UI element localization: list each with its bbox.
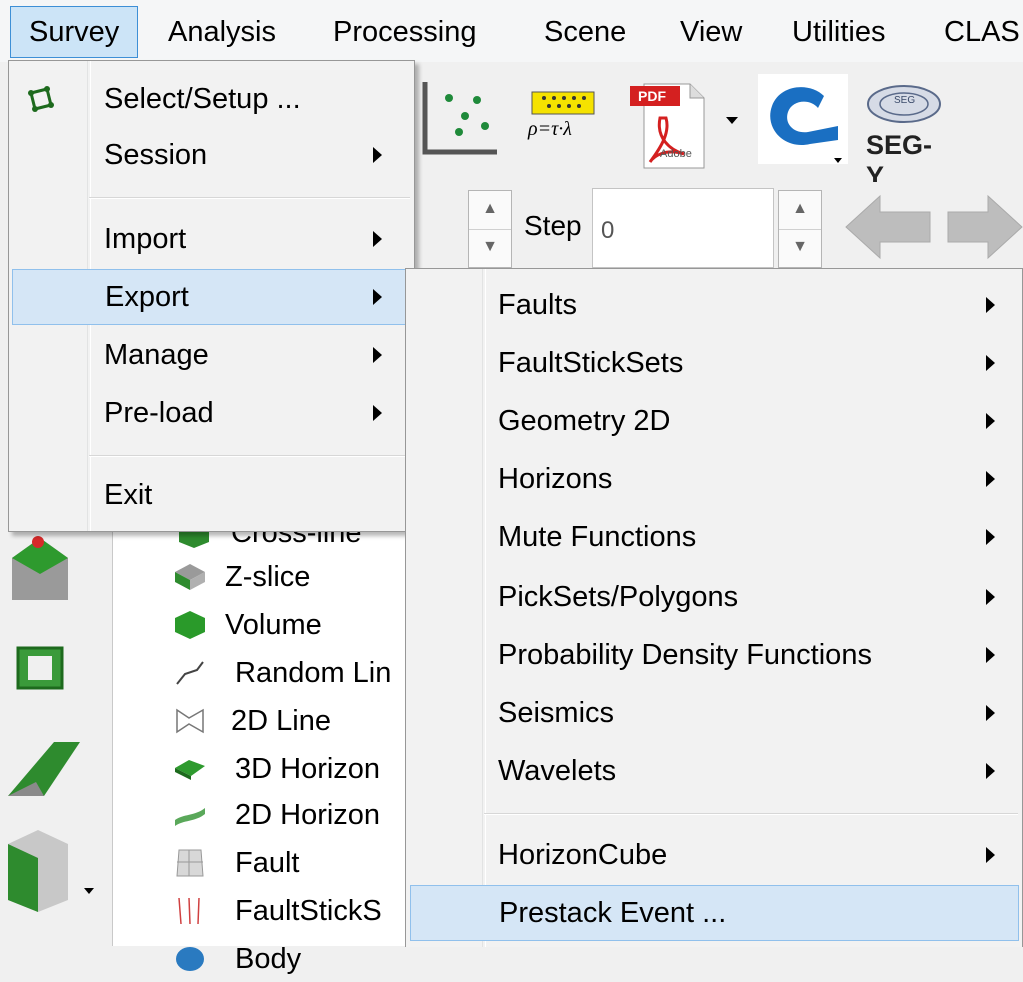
submenu-arrow-icon [373, 289, 382, 305]
menu-view[interactable]: View [680, 6, 742, 58]
cube-icon[interactable] [4, 822, 104, 914]
crossplot-icon[interactable] [415, 76, 505, 166]
menu-item-horizons[interactable]: Horizons [408, 451, 1020, 507]
submenu-arrow-icon [373, 231, 382, 247]
rock-physics-icon[interactable]: ρ=τ·λ [524, 84, 604, 158]
survey-menu: Select/Setup ... Session Import Export M… [8, 60, 415, 532]
menubar: Survey Analysis Processing Scene View Ut… [0, 0, 1023, 63]
menu-item-session[interactable]: Session [11, 127, 412, 183]
submenu-arrow-icon [986, 589, 995, 605]
menu-separator [89, 197, 410, 199]
pdf-dropdown-icon[interactable] [726, 117, 738, 124]
submenu-arrow-icon [986, 413, 995, 429]
submenu-arrow-icon [986, 471, 995, 487]
step-value: 0 [601, 217, 615, 244]
menu-separator [89, 455, 410, 457]
submenu-arrow-icon [986, 297, 995, 313]
submenu-arrow-icon [986, 355, 995, 371]
menu-utilities[interactable]: Utilities [792, 6, 885, 58]
segy-icon[interactable]: SEG SEG-Y [860, 80, 950, 191]
menu-item-picksets-polygons[interactable]: PickSets/Polygons [408, 569, 1020, 625]
spin-down-icon[interactable]: ▼ [469, 229, 511, 267]
menu-item-exit[interactable]: Exit [11, 467, 412, 523]
menu-survey[interactable]: Survey [10, 6, 139, 58]
menu-item-preload[interactable]: Pre-load [11, 385, 412, 441]
menu-scene[interactable]: Scene [544, 6, 626, 58]
menu-item-import[interactable]: Import [11, 211, 412, 267]
pdf-badge: PDF [638, 88, 666, 104]
menu-item-mute-functions[interactable]: Mute Functions [408, 509, 1020, 565]
submenu-arrow-icon [373, 405, 382, 421]
step-spinner[interactable]: ▲ ▼ [778, 190, 822, 268]
c-logo-icon[interactable] [758, 74, 848, 164]
menu-item-select-setup[interactable]: Select/Setup ... [11, 71, 412, 127]
pdf-footer: Adobe [660, 148, 692, 160]
menu-item-seismics[interactable]: Seismics [408, 685, 1020, 741]
spin-up-icon[interactable]: ▲ [779, 191, 821, 230]
scene-tree-icon[interactable] [4, 530, 76, 608]
submenu-arrow-icon [986, 763, 995, 779]
slice-position-spinner[interactable]: ▲ ▼ [468, 190, 512, 268]
menu-item-faultsticksets[interactable]: FaultStickSets [408, 335, 1020, 391]
menu-item-probability-density-functions[interactable]: Probability Density Functions [408, 627, 1020, 683]
menu-item-export[interactable]: Export [12, 269, 411, 325]
step-field[interactable]: 0 [592, 188, 774, 268]
submenu-arrow-icon [986, 529, 995, 545]
arrow-left-icon[interactable] [842, 192, 934, 262]
menu-analysis[interactable]: Analysis [168, 6, 276, 58]
rho-formula-text: ρ=τ·λ [528, 118, 572, 140]
spin-down-icon[interactable]: ▼ [779, 229, 821, 267]
export-submenu: Faults FaultStickSets Geometry 2D Horizo… [405, 268, 1023, 947]
horizon-plane-icon[interactable] [4, 734, 84, 804]
submenu-arrow-icon [373, 347, 382, 363]
menu-item-manage[interactable]: Manage [11, 327, 412, 383]
menu-clas[interactable]: CLAS [944, 6, 1020, 58]
arrow-right-icon[interactable] [944, 192, 1023, 262]
submenu-arrow-icon [986, 705, 995, 721]
step-label: Step [524, 210, 582, 241]
submenu-arrow-icon [373, 147, 382, 163]
menu-item-wavelets[interactable]: Wavelets [408, 743, 1020, 799]
submenu-arrow-icon [986, 647, 995, 663]
submenu-arrow-icon [986, 847, 995, 863]
menu-separator [484, 813, 1018, 815]
menu-item-prestack-event[interactable]: Prestack Event ... [410, 885, 1019, 941]
menu-item-horizoncube[interactable]: HorizonCube [408, 827, 1020, 883]
selection-frame-icon[interactable] [4, 634, 76, 706]
survey-select-icon [28, 86, 54, 112]
menu-processing[interactable]: Processing [333, 6, 476, 58]
menu-item-faults[interactable]: Faults [408, 277, 1020, 333]
spin-up-icon[interactable]: ▲ [469, 191, 511, 230]
menu-item-geometry-2d[interactable]: Geometry 2D [408, 393, 1020, 449]
pdf-export-icon[interactable]: PDF Adobe [626, 76, 718, 176]
segy-seal-text: SEG [894, 95, 916, 106]
